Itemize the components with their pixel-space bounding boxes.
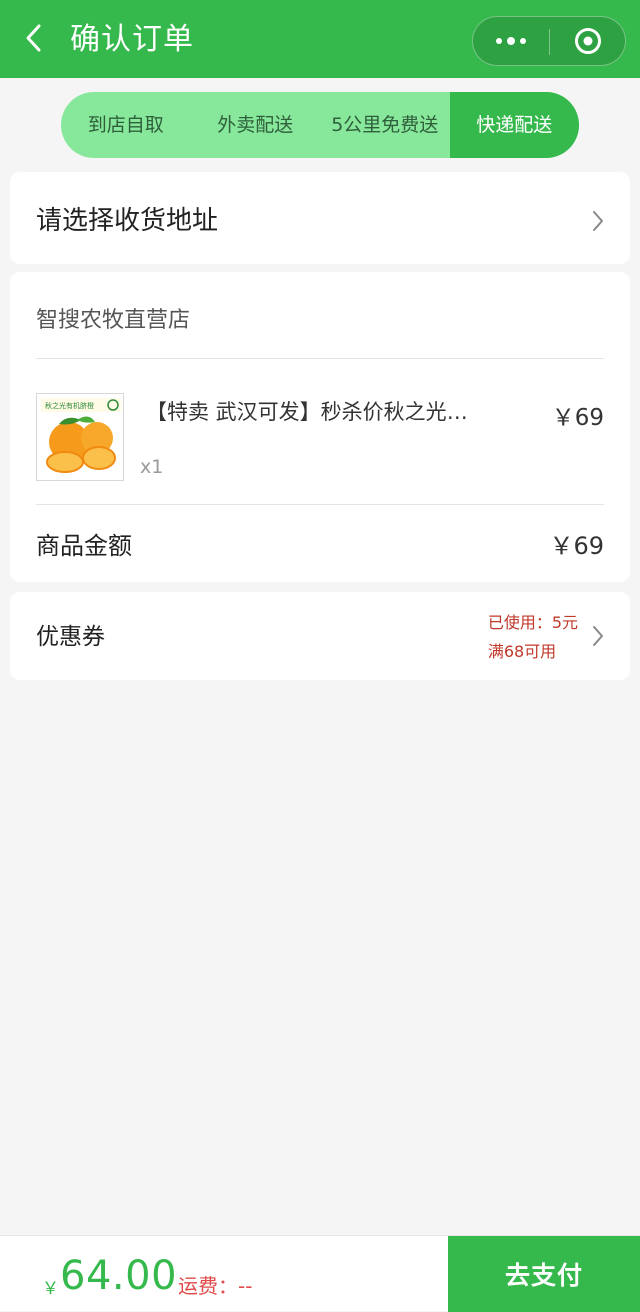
- coupon-condition: 满68可用: [487, 642, 557, 661]
- navigation-bar: 确认订单: [0, 0, 640, 78]
- subtotal-value: ￥69: [549, 532, 604, 560]
- page-title: 确认订单: [70, 22, 194, 57]
- orange-product-image: 秋之光有机脐橙: [37, 394, 123, 480]
- target-circle-icon: [575, 28, 601, 54]
- svg-text:秋之光有机脐橙: 秋之光有机脐橙: [45, 401, 94, 410]
- more-dots-icon: [496, 38, 502, 44]
- chevron-right-icon: [588, 623, 608, 649]
- tab-takeout-delivery[interactable]: 外卖配送: [191, 92, 321, 158]
- coupon-info: 已使用：5元 满68可用: [488, 608, 578, 666]
- more-dots-icon-right: [520, 38, 526, 44]
- shop-name: 智搜农牧直营店: [36, 308, 191, 333]
- coupon-label: 优惠券: [36, 624, 105, 650]
- order-items-card: 智搜农牧直营店 秋之光有机脐橙 【特卖 武汉可发】秒杀价秋之光有机脐橙 x1 ￥…: [10, 272, 630, 582]
- divider: [36, 358, 604, 359]
- chevron-left-icon: [26, 24, 41, 52]
- tab-store-pickup[interactable]: 到店自取: [61, 92, 191, 158]
- currency-symbol: ￥: [42, 1279, 59, 1299]
- address-placeholder: 请选择收货地址: [36, 206, 219, 236]
- tab-free-delivery-5km[interactable]: 5公里免费送: [320, 92, 450, 158]
- tab-express-delivery[interactable]: 快递配送: [449, 92, 579, 158]
- coupon-selector[interactable]: 优惠券 已使用：5元 满68可用: [10, 592, 630, 680]
- product-quantity: x1: [140, 456, 164, 478]
- subtotal-label: 商品金额: [36, 532, 132, 560]
- delivery-method-tabs: 到店自取 外卖配送 5公里免费送 快递配送: [61, 92, 579, 158]
- mini-program-capsule: [472, 16, 626, 66]
- divider: [36, 504, 604, 505]
- more-dots-icon-center: [507, 37, 515, 45]
- shipping-fee: 运费：--: [178, 1274, 253, 1298]
- chevron-right-icon: [588, 208, 608, 234]
- coupon-used-amount: 已使用：5元: [487, 613, 578, 632]
- back-button[interactable]: [14, 18, 54, 58]
- product-thumbnail[interactable]: 秋之光有机脐橙: [36, 393, 124, 481]
- total-amount: 64.00: [60, 1253, 178, 1299]
- address-selector[interactable]: 请选择收货地址: [10, 172, 630, 264]
- checkout-bar: ￥ 64.00 运费：-- 去支付: [0, 1235, 640, 1312]
- product-name[interactable]: 【特卖 武汉可发】秒杀价秋之光有机脐橙: [146, 396, 476, 426]
- product-price: ￥69: [551, 405, 604, 431]
- pay-button[interactable]: 去支付: [448, 1236, 640, 1312]
- close-mini-program-button[interactable]: [550, 17, 626, 65]
- more-button[interactable]: [473, 17, 549, 65]
